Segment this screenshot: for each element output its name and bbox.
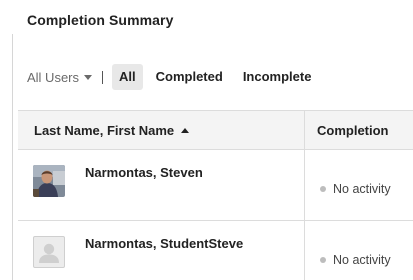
table-row: Narmontas, StudentSteve No activity [18,221,413,280]
status-text: No activity [333,253,391,267]
column-header-completion-label: Completion [317,122,389,138]
chevron-down-icon [84,75,93,80]
filter-divider [102,70,104,84]
column-header-name[interactable]: Last Name, First Name [18,111,304,149]
student-name-link[interactable]: Narmontas, StudentSteve [85,236,243,251]
panel-left-border [12,34,13,280]
column-header-completion[interactable]: Completion [304,111,413,149]
filter-bar: All Users All Completed Incomplete [27,64,324,90]
table-header-row: Last Name, First Name Completion [18,110,413,150]
completion-table: Last Name, First Name Completion Narmont… [18,110,413,280]
completion-summary-panel: Completion Summary All Users All Complet… [0,0,413,280]
completion-cell: No activity [304,150,413,220]
student-name-link[interactable]: Narmontas, Steven [85,165,203,180]
status-text: No activity [333,182,391,196]
user-photo-icon [33,165,65,197]
table-row: Narmontas, Steven No activity [18,150,413,221]
avatar [33,236,65,268]
users-filter-label: All Users [27,69,80,85]
status-dot-icon [320,257,326,263]
filter-completed-button[interactable]: Completed [149,64,230,90]
default-user-icon [39,243,59,263]
name-cell: Narmontas, StudentSteve [18,221,304,280]
sort-ascending-icon [181,127,190,133]
page-title: Completion Summary [27,12,174,28]
filter-all-button[interactable]: All [112,64,143,90]
users-filter-dropdown[interactable]: All Users [27,69,93,85]
avatar [33,165,65,197]
filter-incomplete-button[interactable]: Incomplete [236,64,319,90]
completion-cell: No activity [304,221,413,280]
column-header-name-label: Last Name, First Name [34,122,175,138]
name-cell: Narmontas, Steven [18,150,304,220]
status-dot-icon [320,186,326,192]
